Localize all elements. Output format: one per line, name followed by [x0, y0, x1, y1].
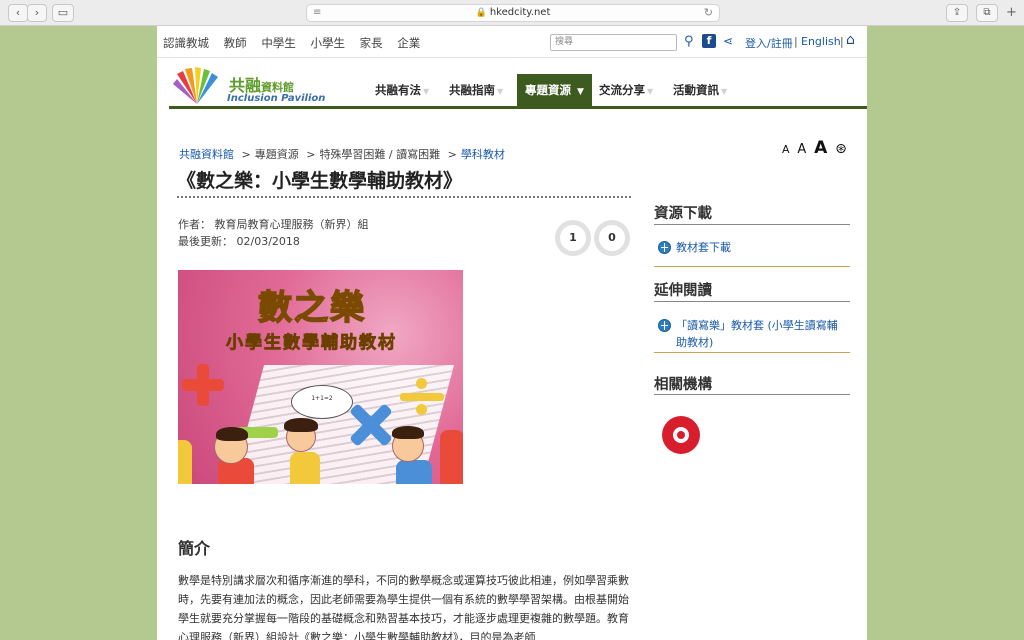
new-tab-button[interactable]: + [1006, 5, 1017, 20]
breadcrumb-subject-materials[interactable]: 學科教材 [461, 148, 505, 161]
toplink-secondary[interactable]: 中學生 [261, 36, 296, 50]
toplink-about[interactable]: 認識教城 [163, 36, 209, 50]
plus-sign-graphic [182, 364, 224, 406]
utility-bar: 認識教城 教師 中學生 小學生 家長 企業 搜尋 ⚲ f ⋖ 登入/註冊 | E… [157, 26, 867, 58]
lock-icon: 🔒 [475, 8, 487, 18]
browser-toolbar: ‹ › ▭ ≡ 🔒 hkedcity.net ↻ ⇪ ⧉ + [0, 0, 1024, 26]
reading-link[interactable]: 「讀寫樂」教材套 (小學生讀寫輔助教材) [676, 317, 848, 351]
separator: | [840, 35, 844, 48]
nav-item-law[interactable]: 共融有法 ▼ [367, 74, 437, 106]
chevron-down-icon: ▼ [577, 87, 584, 97]
author-line: 作者： 教育局教育心理服務（新界）組 [178, 218, 369, 231]
search-input[interactable]: 搜尋 [550, 34, 677, 51]
back-button[interactable]: ‹ [8, 4, 28, 22]
contrast-icon[interactable]: ⊛ [835, 141, 847, 157]
sidebar-toggle-icon[interactable]: ▭ [52, 4, 74, 22]
breadcrumb: 共融資料館 > 專題資源 > 特殊學習困難 / 讀寫困難 > 學科教材 [179, 148, 505, 161]
tabs-icon[interactable]: ⧉ [976, 4, 998, 22]
font-small-button[interactable]: A [782, 143, 790, 156]
reload-icon[interactable]: ↻ [704, 5, 713, 21]
chevron-down-icon: ▼ [647, 87, 654, 96]
toplink-teacher[interactable]: 教師 [224, 36, 247, 50]
chevron-down-icon: ▼ [721, 87, 728, 96]
font-size-controls: A A A ⊛ [782, 138, 851, 158]
reading-heading: 延伸閱讀 [654, 283, 712, 299]
web-page: 認識教城 教師 中學生 小學生 家長 企業 搜尋 ⚲ f ⋖ 登入/註冊 | E… [157, 26, 867, 640]
cover-title: 數之樂 [257, 287, 366, 329]
globe-icon [658, 319, 671, 332]
updated-line: 最後更新： 02/03/2018 [178, 235, 300, 248]
logo-english: Inclusion Pavilion [227, 93, 326, 104]
kid-hair-graphic [392, 426, 424, 439]
font-large-button[interactable]: A [814, 138, 827, 158]
downloads-heading: 資源下載 [654, 206, 712, 222]
share-counter[interactable]: 0 [594, 220, 630, 256]
cover-image: 數之樂 小學生數學輔助教材 1+1=2 [178, 270, 463, 484]
audience-links: 認識教城 教師 中學生 小學生 家長 企業 [163, 35, 431, 51]
kid-graphic [178, 440, 192, 484]
kid-hair-graphic [216, 427, 248, 441]
kid-graphic [290, 452, 320, 484]
divide-sign-graphic [400, 378, 444, 415]
download-link-divider [654, 266, 850, 267]
kid-graphic [396, 460, 432, 484]
orgs-divider [654, 394, 850, 395]
logo-fan-icon [173, 67, 218, 104]
home-icon[interactable]: ⌂ [846, 32, 855, 48]
hksar-emblem-icon[interactable] [662, 416, 700, 454]
nav-item-sharing[interactable]: 交流分享 ▼ [591, 74, 661, 106]
chevron-down-icon: ▼ [497, 87, 504, 96]
address-bar[interactable]: ≡ 🔒 hkedcity.net ↻ [306, 4, 720, 22]
chevron-down-icon: ▼ [423, 87, 430, 96]
speech-bubble: 1+1=2 [291, 385, 353, 419]
english-link[interactable]: English [801, 35, 841, 48]
toplink-parent[interactable]: 家長 [360, 36, 383, 50]
share-icon[interactable]: ⋖ [723, 34, 733, 48]
reader-icon[interactable]: ≡ [313, 5, 321, 21]
breadcrumb-home[interactable]: 共融資料館 [179, 148, 234, 161]
separator: | [794, 35, 798, 48]
downloads-divider [654, 224, 850, 225]
site-logo[interactable]: 共融資料館 Inclusion Pavilion [171, 66, 351, 108]
kid-hair-graphic [284, 418, 318, 432]
forward-button[interactable]: › [27, 4, 47, 22]
font-medium-button[interactable]: A [797, 142, 806, 157]
title-divider [177, 196, 631, 198]
share-icon[interactable]: ⇪ [946, 4, 968, 22]
nav-item-guide[interactable]: 共融指南 ▼ [441, 74, 511, 106]
nav-item-events[interactable]: 活動資訊 ▼ [665, 74, 735, 106]
login-link[interactable]: 登入/註冊 [745, 35, 793, 51]
orgs-heading: 相關機構 [654, 377, 712, 393]
kid-graphic [440, 430, 463, 484]
reading-link-divider [654, 352, 850, 353]
breadcrumb-resources[interactable]: 專題資源 [255, 148, 299, 161]
globe-icon [658, 241, 671, 254]
page-title: 《數之樂：小學生數學輔助教材》 [177, 170, 463, 192]
search-icon[interactable]: ⚲ [684, 34, 694, 49]
intro-text: 數學是特別講求層次和循序漸進的學科，不同的數學概念或運算技巧彼此相連，例如學習乘… [178, 574, 629, 640]
like-counter[interactable]: 1 [555, 220, 591, 256]
cover-subtitle: 小學生數學輔助教材 [226, 333, 397, 354]
download-link[interactable]: 教材套下載 [676, 239, 731, 256]
toplink-primary[interactable]: 小學生 [310, 36, 345, 50]
intro-heading: 簡介 [178, 539, 211, 558]
url-text: hkedcity.net [489, 7, 551, 18]
breadcrumb-dyslexia[interactable]: 特殊學習困難 / 讀寫困難 [319, 148, 440, 161]
reading-divider [654, 301, 850, 302]
toplink-enterprise[interactable]: 企業 [397, 36, 420, 50]
nav-item-resources[interactable]: 專題資源 ▼ [517, 74, 592, 106]
facebook-icon[interactable]: f [702, 34, 716, 48]
nav-underline [169, 106, 867, 109]
